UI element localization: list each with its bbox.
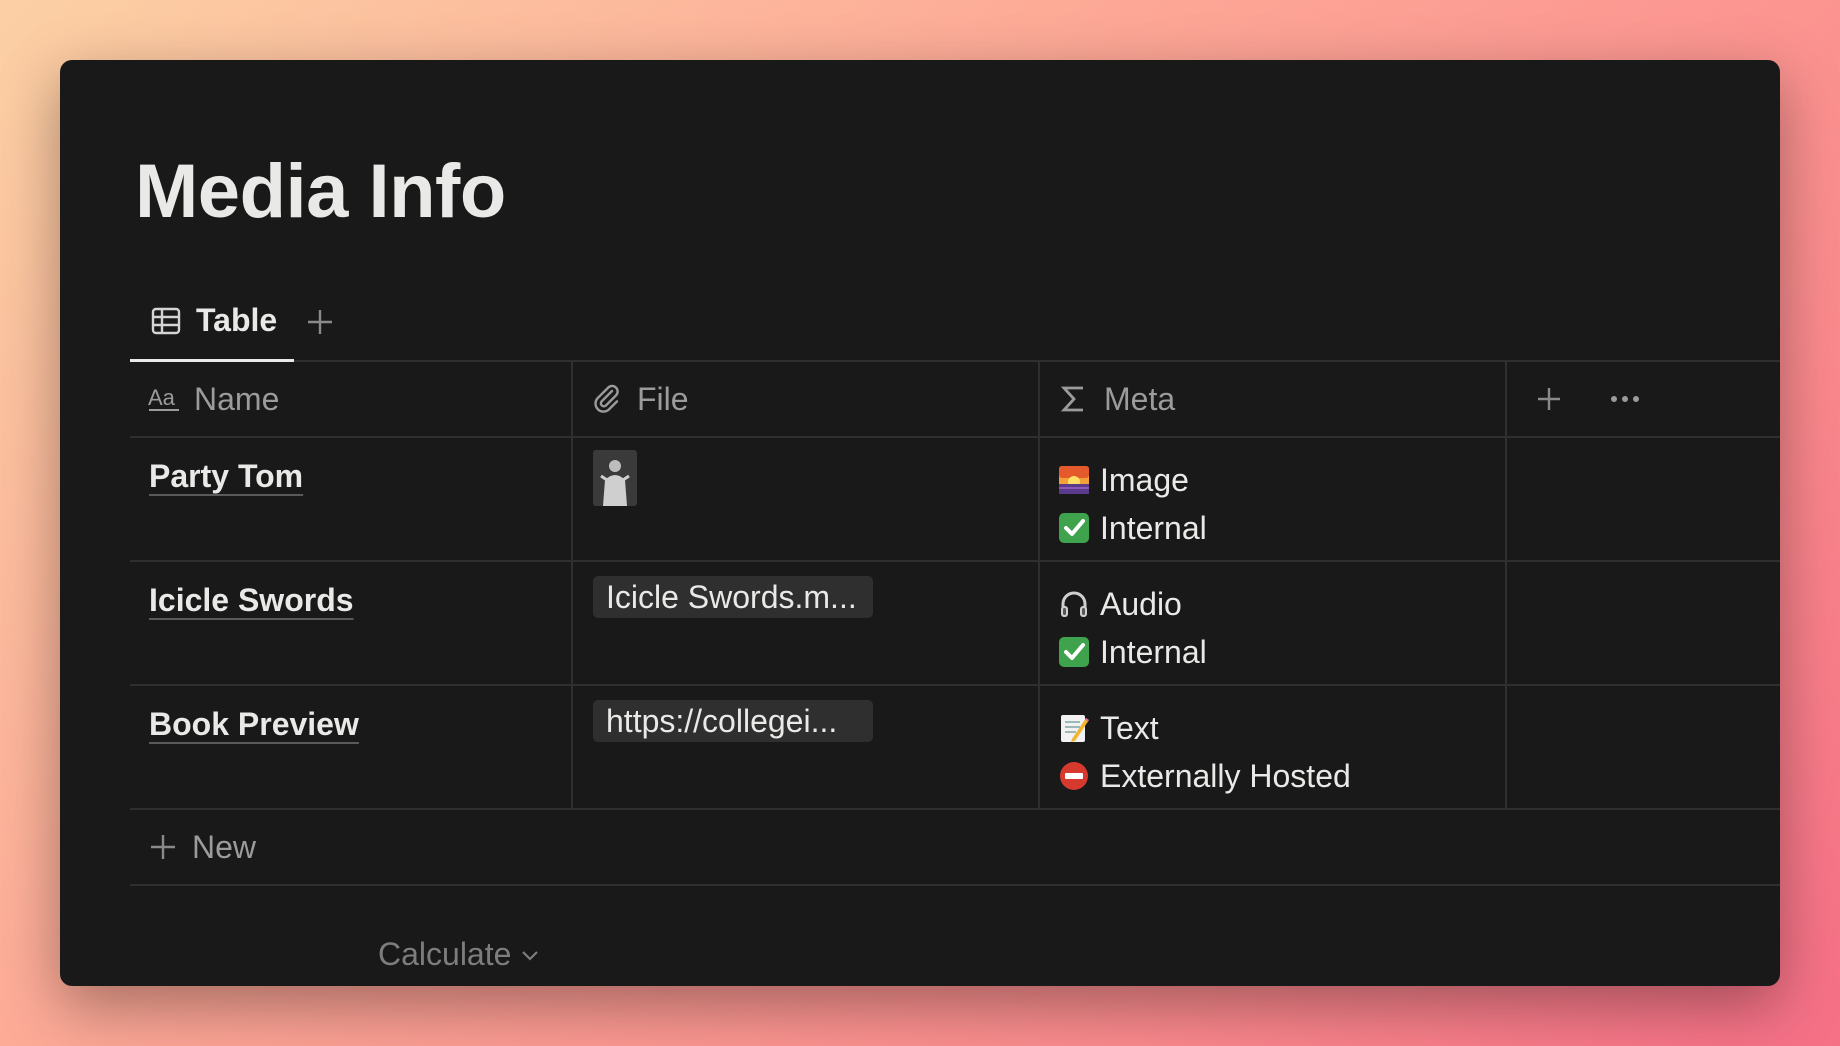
paperclip-icon — [594, 384, 619, 413]
meta-type-text: Audio — [1100, 585, 1182, 622]
meta-hosting: Externally Hosted — [1058, 752, 1351, 800]
empty-cell — [1507, 438, 1780, 560]
column-header-meta[interactable]: Meta — [1040, 362, 1507, 436]
table-row: Party Tom Image Internal — [130, 438, 1780, 562]
meta-cell: Audio Internal — [1040, 562, 1507, 684]
row-title[interactable]: Icicle Swords — [149, 582, 354, 619]
column-header-actions — [1507, 362, 1780, 436]
meta-type-text: Image — [1100, 461, 1189, 498]
file-chip[interactable]: https://collegei... — [593, 700, 873, 742]
empty-cell — [1507, 562, 1780, 684]
meta-type: Text — [1058, 704, 1351, 752]
meta-type-text: Text — [1100, 709, 1159, 746]
tab-table[interactable]: Table — [130, 282, 294, 362]
column-header-name[interactable]: Aa Name — [130, 362, 573, 436]
photo-thumbnail-image — [593, 450, 637, 506]
file-chip[interactable]: Icicle Swords.m... — [593, 576, 873, 618]
name-cell[interactable]: Book Preview — [130, 686, 573, 808]
ellipsis-icon — [1611, 396, 1639, 402]
row-title[interactable]: Book Preview — [149, 706, 359, 743]
row-title[interactable]: Party Tom — [149, 458, 303, 495]
table-row: Book Preview https://collegei... Text Ex… — [130, 686, 1780, 810]
text-aa-icon: Aa — [148, 385, 179, 411]
svg-text:Aa: Aa — [148, 385, 176, 410]
meta-type: Image — [1058, 456, 1207, 504]
database-window: Media Info Table Aa Name File Meta Party… — [60, 60, 1780, 986]
plus-icon — [1538, 388, 1560, 410]
memo-emoji — [1061, 715, 1089, 742]
column-header-label: Name — [194, 380, 280, 417]
meta-hosting-text: Internal — [1100, 509, 1207, 546]
file-cell[interactable] — [573, 438, 1040, 560]
headphones-emoji — [1061, 591, 1087, 617]
tab-table-label: Table — [196, 302, 278, 338]
calculate-dropdown[interactable]: Calculate — [378, 936, 541, 973]
meta-type: Audio — [1058, 580, 1207, 628]
calculate-label: Calculate — [378, 936, 512, 972]
column-header-file[interactable]: File — [573, 362, 1040, 436]
sigma-icon — [1060, 386, 1083, 412]
check-mark-emoji — [1059, 513, 1089, 543]
table-header-row: Aa Name File Meta — [130, 362, 1780, 438]
table-row: Icicle Swords Icicle Swords.m... Audio I… — [130, 562, 1780, 686]
plus-icon — [151, 835, 175, 859]
view-tabs: Table — [130, 282, 1780, 362]
meta-hosting-text: Externally Hosted — [1100, 757, 1351, 794]
meta-hosting: Internal — [1058, 504, 1207, 552]
name-cell[interactable]: Party Tom — [130, 438, 573, 560]
add-view-button[interactable] — [300, 302, 340, 342]
database-table: Aa Name File Meta Party Tom Image Intern… — [130, 362, 1780, 886]
name-cell[interactable]: Icicle Swords — [130, 562, 573, 684]
meta-cell: Text Externally Hosted — [1040, 686, 1507, 808]
check-mark-emoji — [1059, 637, 1089, 667]
plus-icon — [308, 310, 332, 334]
new-row-button[interactable]: New — [130, 810, 1780, 886]
no-entry-emoji — [1060, 762, 1088, 790]
more-options-button[interactable] — [1605, 379, 1645, 419]
meta-hosting: Internal — [1058, 628, 1207, 676]
column-header-label: File — [637, 380, 689, 417]
meta-hosting-text: Internal — [1100, 633, 1207, 670]
sunrise-image-emoji — [1059, 466, 1089, 494]
add-property-button[interactable] — [1529, 379, 1569, 419]
empty-cell — [1507, 686, 1780, 808]
meta-cell: Image Internal — [1040, 438, 1507, 560]
page-title: Media Info — [135, 149, 506, 234]
new-row-label: New — [192, 828, 257, 865]
table-icon — [151, 307, 181, 334]
file-cell[interactable]: https://collegei... — [573, 686, 1040, 808]
file-thumbnail[interactable] — [593, 450, 637, 506]
file-cell[interactable]: Icicle Swords.m... — [573, 562, 1040, 684]
column-header-label: Meta — [1104, 380, 1176, 417]
chevron-down-icon — [522, 950, 539, 961]
